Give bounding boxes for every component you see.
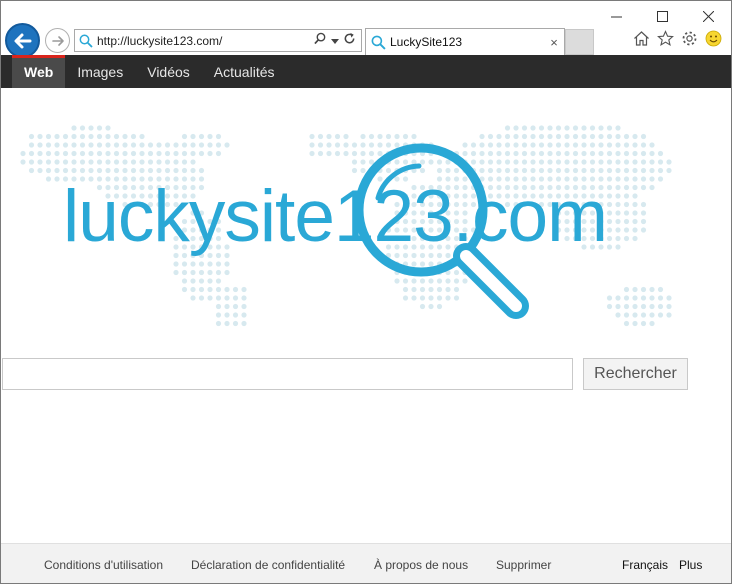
nav-tab-images[interactable]: Images [65, 55, 135, 88]
minimize-button[interactable] [593, 1, 639, 31]
back-button[interactable] [5, 23, 40, 58]
search-icon [314, 32, 326, 44]
address-url[interactable]: http://luckysite123.com/ [97, 34, 314, 48]
gear-icon [682, 31, 697, 45]
new-tab-button[interactable] [565, 29, 594, 55]
tab-title: LuckySite123 [390, 35, 463, 49]
chevron-down-icon[interactable] [331, 32, 339, 50]
footer-link-privacy[interactable]: Déclaration de confidentialité [191, 558, 345, 572]
footer: Conditions d'utilisation Déclaration de … [1, 543, 731, 583]
maximize-icon [656, 10, 668, 22]
search-icon [366, 35, 390, 50]
nav-tab-web[interactable]: Web [12, 55, 66, 88]
refresh-icon [344, 32, 355, 43]
address-bar[interactable]: http://luckysite123.com/ [74, 29, 362, 52]
search-category-nav: Web Images Vidéos Actualités [1, 55, 731, 88]
browser-toolbar [633, 29, 722, 47]
browser-window: http://luckysite123.com/ LuckySite123 × [0, 0, 732, 584]
footer-link-terms[interactable]: Conditions d'utilisation [44, 558, 163, 572]
nav-tab-videos[interactable]: Vidéos [135, 55, 202, 88]
refresh-button[interactable] [343, 32, 356, 50]
window-controls [593, 1, 731, 31]
search-button[interactable]: Rechercher [583, 358, 688, 390]
smiley-icon [705, 30, 722, 46]
site-logo: luckysite123.com [1, 116, 731, 336]
maximize-button[interactable] [639, 1, 685, 31]
arrow-left-icon [14, 33, 31, 48]
favorites-button[interactable] [657, 29, 674, 47]
home-icon [634, 30, 649, 46]
search-input[interactable] [2, 358, 573, 390]
footer-link-remove[interactable]: Supprimer [496, 558, 551, 572]
tab-luckysite[interactable]: LuckySite123 × [365, 28, 565, 55]
arrow-right-icon [51, 35, 64, 46]
minimize-icon [610, 16, 622, 17]
feedback-button[interactable] [705, 29, 722, 47]
nav-tab-news[interactable]: Actualités [202, 55, 287, 88]
star-icon [657, 29, 674, 46]
close-window-button[interactable] [685, 1, 731, 31]
search-dropdown-button[interactable] [314, 32, 327, 50]
footer-more-link[interactable]: Plus [679, 558, 702, 572]
settings-button[interactable] [681, 29, 698, 47]
tab-close-button[interactable]: × [544, 35, 564, 50]
magnifier-logo-icon [354, 143, 529, 319]
home-button[interactable] [633, 29, 650, 47]
footer-language-selector[interactable]: Français [622, 558, 668, 572]
search-icon [75, 34, 97, 48]
close-icon [702, 10, 714, 22]
forward-button[interactable] [45, 28, 70, 53]
footer-link-about[interactable]: À propos de nous [374, 558, 468, 572]
